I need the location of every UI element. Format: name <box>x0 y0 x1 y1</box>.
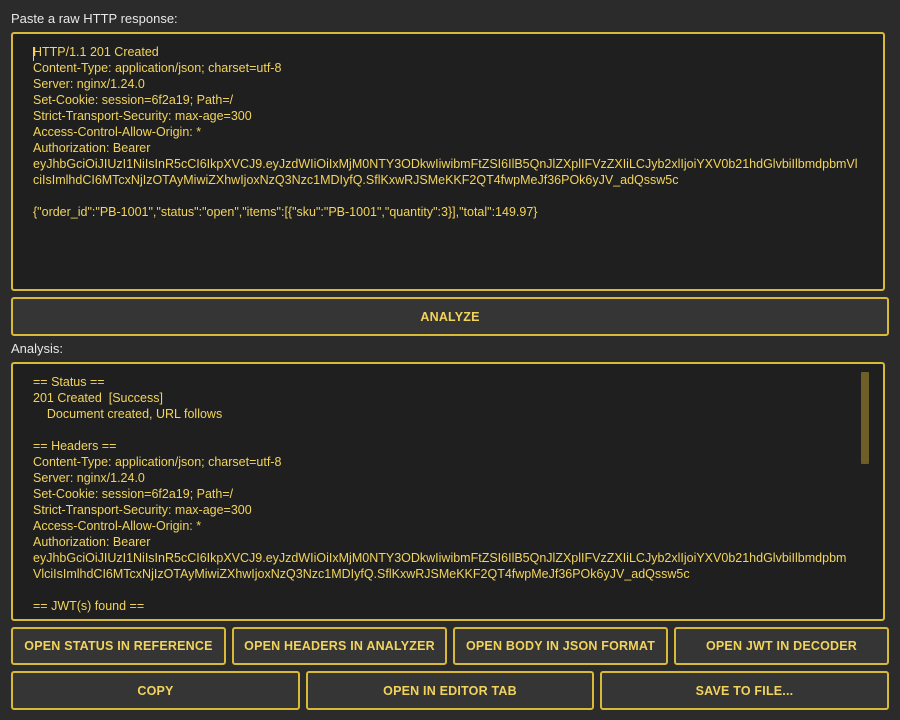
raw-response-textarea[interactable]: HTTP/1.1 201 Created Content-Type: appli… <box>11 32 885 291</box>
copy-button[interactable]: COPY <box>11 671 300 710</box>
open-headers-analyzer-button[interactable]: OPEN HEADERS IN ANALYZER <box>232 627 447 665</box>
open-jwt-decoder-button[interactable]: OPEN JWT IN DECODER <box>674 627 889 665</box>
open-editor-tab-button[interactable]: OPEN IN EDITOR TAB <box>306 671 594 710</box>
analysis-text: == Status == 201 Created [Success] Docum… <box>33 375 847 613</box>
analyze-button[interactable]: ANALYZE <box>11 297 889 336</box>
open-status-reference-button[interactable]: OPEN STATUS IN REFERENCE <box>11 627 226 665</box>
analysis-output[interactable]: == Status == 201 Created [Success] Docum… <box>11 362 885 621</box>
open-body-json-button[interactable]: OPEN BODY IN JSON FORMAT <box>453 627 668 665</box>
save-to-file-button[interactable]: SAVE TO FILE... <box>600 671 889 710</box>
analysis-scrollbar[interactable] <box>861 372 869 464</box>
raw-response-text: HTTP/1.1 201 Created Content-Type: appli… <box>33 45 858 219</box>
analysis-label: Analysis: <box>11 341 64 356</box>
input-label: Paste a raw HTTP response: <box>11 11 178 26</box>
